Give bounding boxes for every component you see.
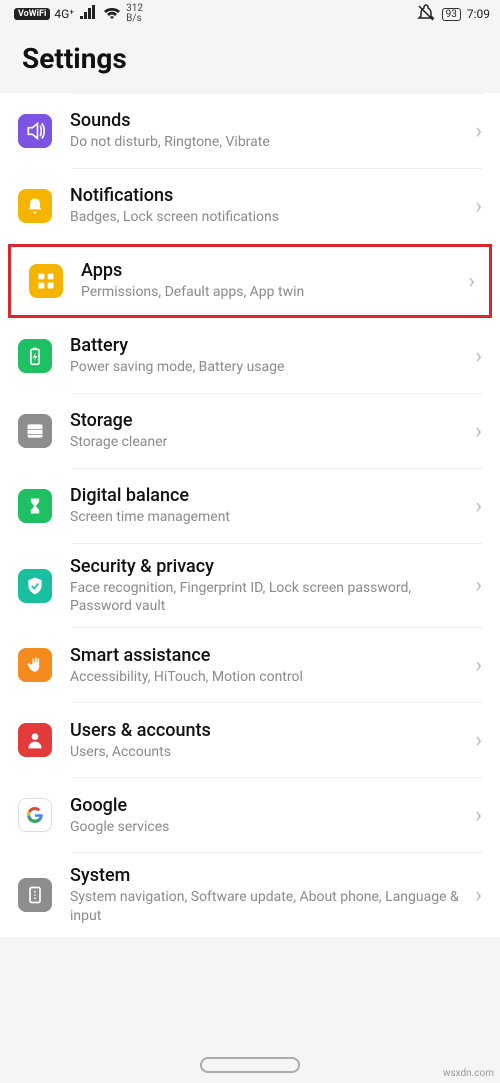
item-content: Security & privacyFace recognition, Fing…: [52, 556, 475, 615]
settings-list: Sounds Do not disturb, Ringtone, Vibrate ›…: [0, 93, 500, 937]
network-rate: 312 B/s: [126, 4, 143, 24]
item-subtitle: Screen time management: [70, 508, 469, 526]
item-title: Sounds: [70, 110, 469, 131]
settings-item-smart-assistance[interactable]: Smart assistance Accessibility, HiTouch, …: [0, 628, 500, 702]
signal-icon: [78, 3, 98, 26]
watermark: wsxdn.com: [443, 1068, 494, 1079]
settings-item-digital-balance[interactable]: Digital balance Screen time management ›: [0, 469, 500, 543]
item-subtitle: Power saving mode, Battery usage: [70, 358, 469, 376]
hand-icon: [18, 648, 52, 682]
item-content: Apps Permissions, Default apps, App twin: [63, 260, 468, 301]
google-icon: [18, 798, 52, 832]
item-subtitle: Face recognition, Fingerprint ID, Lock s…: [70, 579, 469, 615]
settings-item-apps[interactable]: Apps Permissions, Default apps, App twin ›: [8, 244, 492, 318]
system-icon: [18, 878, 52, 912]
item-title: Google: [70, 795, 469, 816]
chevron-right-icon: ›: [475, 344, 482, 369]
network-label: 4G⁺: [54, 7, 74, 21]
settings-item-security-privacy[interactable]: Security & privacyFace recognition, Fing…: [0, 544, 500, 627]
battery-indicator: 93: [442, 8, 461, 21]
chevron-right-icon: ›: [475, 119, 482, 144]
item-subtitle: Permissions, Default apps, App twin: [81, 283, 462, 301]
item-subtitle: Users, Accounts: [70, 743, 469, 761]
settings-item-notifications[interactable]: Notifications Badges, Lock screen notific…: [0, 169, 500, 243]
chevron-right-icon: ›: [475, 728, 482, 753]
status-left: VoWiFi 4G⁺ 312 B/s: [14, 3, 143, 26]
item-title: Digital balance: [70, 485, 469, 506]
item-content: Sounds Do not disturb, Ringtone, Vibrate: [52, 110, 475, 151]
chevron-right-icon: ›: [475, 573, 482, 598]
nav-home-pill[interactable]: [200, 1057, 300, 1073]
item-subtitle: Storage cleaner: [70, 433, 469, 451]
status-bar: VoWiFi 4G⁺ 312 B/s 93 7:09: [0, 0, 500, 28]
item-subtitle: Badges, Lock screen notifications: [70, 208, 469, 226]
bell-icon: [18, 189, 52, 223]
item-subtitle: System navigation, Software update, Abou…: [70, 888, 469, 924]
settings-item-storage[interactable]: Storage Storage cleaner ›: [0, 394, 500, 468]
chevron-right-icon: ›: [468, 269, 475, 294]
vowifi-badge: VoWiFi: [14, 8, 50, 20]
item-content: Users & accounts Users, Accounts: [52, 720, 475, 761]
sound-icon: [18, 114, 52, 148]
settings-item-google[interactable]: Google Google services ›: [0, 778, 500, 852]
item-content: Storage Storage cleaner: [52, 410, 475, 451]
item-content: Google Google services: [52, 795, 475, 836]
item-title: Storage: [70, 410, 469, 431]
item-content: Digital balance Screen time management: [52, 485, 475, 526]
item-content: Battery Power saving mode, Battery usage: [52, 335, 475, 376]
shield-icon: [18, 569, 52, 603]
item-title: Security & privacy: [70, 556, 469, 577]
chevron-right-icon: ›: [475, 653, 482, 678]
chevron-right-icon: ›: [475, 883, 482, 908]
item-title: Users & accounts: [70, 720, 469, 741]
item-title: Notifications: [70, 185, 469, 206]
settings-item-battery[interactable]: Battery Power saving mode, Battery usage ›: [0, 319, 500, 393]
page-title: Settings: [0, 28, 500, 93]
item-title: Battery: [70, 335, 469, 356]
mute-icon: [416, 3, 436, 26]
item-title: System: [70, 865, 469, 886]
item-content: Notifications Badges, Lock screen notific…: [52, 185, 475, 226]
storage-icon: [18, 414, 52, 448]
item-content: Smart assistance Accessibility, HiTouch, …: [52, 645, 475, 686]
wifi-icon: [102, 3, 122, 26]
chevron-right-icon: ›: [475, 803, 482, 828]
item-subtitle: Google services: [70, 818, 469, 836]
user-icon: [18, 723, 52, 757]
item-title: Apps: [81, 260, 462, 281]
settings-item-system[interactable]: SystemSystem navigation, Software update…: [0, 853, 500, 936]
item-content: SystemSystem navigation, Software update…: [52, 865, 475, 924]
settings-item-users-accounts[interactable]: Users & accounts Users, Accounts ›: [0, 703, 500, 777]
status-right: 93 7:09: [416, 3, 490, 26]
hourglass-icon: [18, 489, 52, 523]
clock: 7:09: [467, 7, 490, 21]
item-subtitle: Do not disturb, Ringtone, Vibrate: [70, 133, 469, 151]
grid-icon: [29, 264, 63, 298]
item-subtitle: Accessibility, HiTouch, Motion control: [70, 668, 469, 686]
chevron-right-icon: ›: [475, 194, 482, 219]
chevron-right-icon: ›: [475, 494, 482, 519]
item-title: Smart assistance: [70, 645, 469, 666]
settings-item-sounds[interactable]: Sounds Do not disturb, Ringtone, Vibrate ›: [0, 94, 500, 168]
battery-icon: [18, 339, 52, 373]
chevron-right-icon: ›: [475, 419, 482, 444]
